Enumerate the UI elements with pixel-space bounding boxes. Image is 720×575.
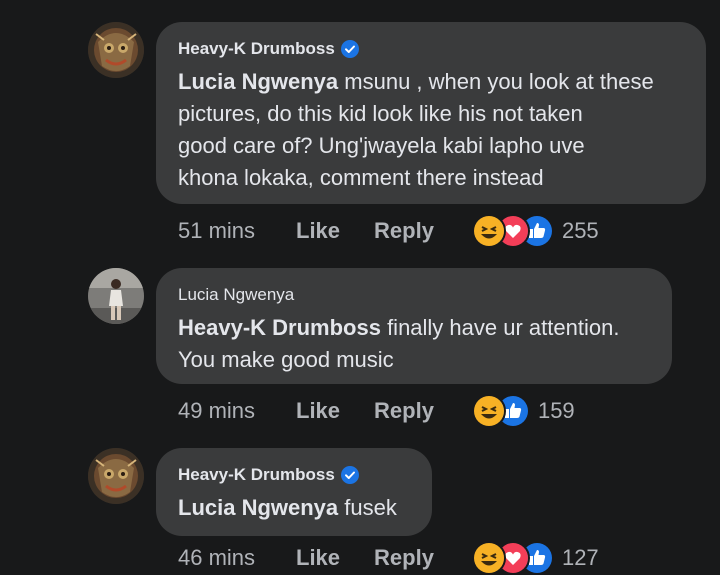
comment-meta: 51 mins Like Reply 255 bbox=[178, 214, 599, 248]
comment-text: Lucia Ngwenya msunu , when you look at t… bbox=[178, 69, 654, 190]
haha-icon bbox=[471, 541, 506, 575]
comment-meta: 46 mins Like Reply 127 bbox=[178, 541, 599, 575]
comment-text: Heavy-K Drumboss finally have ur attenti… bbox=[178, 315, 620, 372]
timestamp: 49 mins bbox=[178, 398, 256, 423]
timestamp: 51 mins bbox=[178, 218, 256, 243]
like-button[interactable]: Like bbox=[296, 218, 340, 244]
reply-button[interactable]: Reply bbox=[374, 218, 434, 244]
mention-link[interactable]: Heavy-K Drumboss bbox=[178, 315, 381, 340]
reactions-summary[interactable]: 159 bbox=[471, 394, 575, 428]
comment-thread: Heavy-K Drumboss Lucia Ngwenya msunu , w… bbox=[0, 0, 720, 575]
comment-author[interactable]: Lucia Ngwenya bbox=[178, 285, 294, 305]
reactions-summary[interactable]: 255 bbox=[471, 214, 599, 248]
timestamp: 46 mins bbox=[178, 545, 256, 570]
avatar-heavy-k[interactable] bbox=[88, 22, 144, 78]
comment-text: Lucia Ngwenya fusek bbox=[178, 495, 397, 520]
reactions-summary[interactable]: 127 bbox=[471, 541, 599, 575]
verified-badge-icon bbox=[340, 466, 359, 484]
reaction-count: 159 bbox=[537, 398, 575, 423]
mention-link[interactable]: Lucia Ngwenya bbox=[178, 495, 338, 520]
mention-link[interactable]: Lucia Ngwenya bbox=[178, 69, 338, 94]
comment-bubble: Lucia Ngwenya Heavy-K Drumboss finally h… bbox=[156, 268, 672, 384]
reaction-count: 127 bbox=[561, 545, 599, 570]
comment-author[interactable]: Heavy-K Drumboss bbox=[178, 465, 335, 485]
reply-button[interactable]: Reply bbox=[374, 398, 434, 424]
reply-button[interactable]: Reply bbox=[374, 545, 434, 571]
haha-icon bbox=[471, 214, 506, 248]
like-button[interactable]: Like bbox=[296, 398, 340, 424]
like-button[interactable]: Like bbox=[296, 545, 340, 571]
comment-bubble: Heavy-K Drumboss Lucia Ngwenya fusek bbox=[156, 448, 432, 536]
avatar-heavy-k[interactable] bbox=[88, 448, 144, 504]
haha-icon bbox=[471, 394, 506, 428]
avatar-lucia[interactable] bbox=[88, 268, 144, 324]
comment-author[interactable]: Heavy-K Drumboss bbox=[178, 39, 335, 59]
comment-bubble: Heavy-K Drumboss Lucia Ngwenya msunu , w… bbox=[156, 22, 706, 204]
comment-meta: 49 mins Like Reply 159 bbox=[178, 394, 575, 428]
verified-badge-icon bbox=[340, 40, 359, 58]
reaction-count: 255 bbox=[561, 218, 599, 243]
